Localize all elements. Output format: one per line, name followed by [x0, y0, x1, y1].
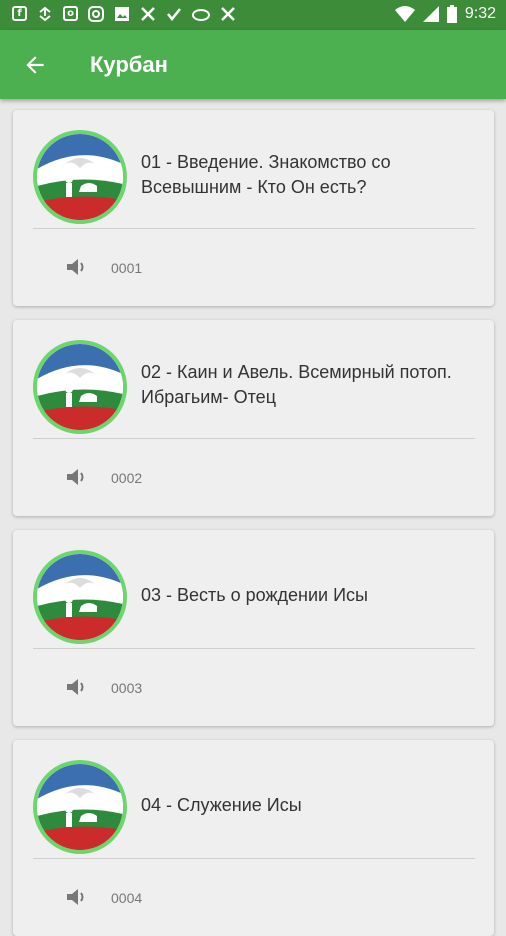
logo-image — [33, 550, 127, 644]
clock: 9:32 — [464, 5, 496, 22]
episode-title: 02 - Каин и Авель. Всемирный потоп. Ибра… — [141, 362, 452, 407]
app-icon — [221, 7, 235, 21]
app-bar: Курбан — [0, 30, 506, 99]
list-item[interactable]: 04 - Служение Исы 0004 — [13, 740, 494, 936]
episode-title: 01 - Введение. Знакомство со Всевышним -… — [141, 152, 391, 197]
list-item[interactable]: 03 - Весть о рождении Исы 0003 — [13, 530, 494, 726]
logo-image — [33, 760, 127, 854]
speaker-icon[interactable] — [67, 678, 87, 696]
divider — [33, 858, 475, 859]
image-icon — [115, 7, 129, 21]
status-bar: f o 9:32 — [0, 0, 506, 30]
signal-icon — [422, 6, 439, 22]
battery-icon — [446, 5, 457, 23]
back-arrow-icon[interactable] — [22, 52, 48, 78]
outlook-icon: o — [63, 6, 78, 21]
episode-code: 0001 — [111, 260, 143, 276]
page-title: Курбан — [90, 52, 168, 77]
divider — [33, 648, 475, 649]
check-icon — [167, 8, 181, 22]
divider — [33, 228, 475, 229]
wifi-icon — [394, 6, 415, 22]
divider — [33, 438, 475, 439]
speaker-icon[interactable] — [67, 468, 87, 486]
sync-icon — [39, 6, 51, 22]
facebook-icon: f — [12, 6, 27, 21]
logo-image — [33, 340, 127, 434]
instagram-icon — [88, 6, 104, 22]
episode-code: 0002 — [111, 470, 143, 486]
list-item[interactable]: 02 - Каин и Авель. Всемирный потоп. Ибра… — [13, 320, 494, 516]
episode-title: 03 - Весть о рождении Исы — [141, 585, 368, 605]
app-icon — [141, 7, 155, 21]
vpn-icon — [192, 9, 210, 21]
episode-code: 0004 — [111, 890, 143, 906]
speaker-icon[interactable] — [67, 888, 87, 906]
notification-icons: f o — [12, 6, 236, 22]
speaker-icon[interactable] — [67, 258, 87, 276]
list-item[interactable]: 01 - Введение. Знакомство со Всевышним -… — [13, 110, 494, 306]
episode-code: 0003 — [111, 680, 143, 696]
logo-image — [33, 130, 127, 224]
episode-title: 04 - Служение Исы — [141, 795, 302, 815]
